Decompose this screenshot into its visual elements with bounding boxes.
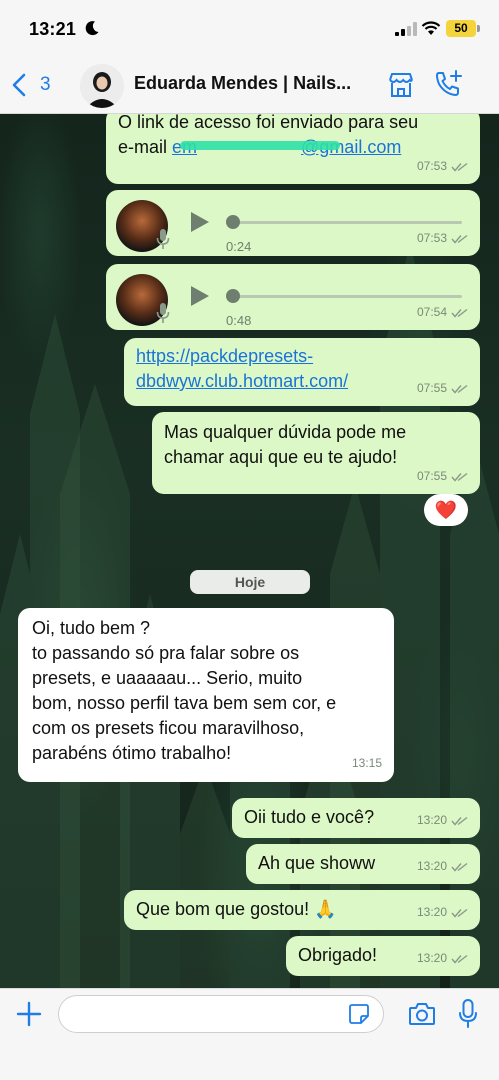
status-time: 13:21	[29, 19, 77, 39]
message-meta: 13:20	[417, 808, 468, 833]
plus-icon[interactable]	[16, 1001, 42, 1027]
message-text: parabéns ótimo trabalho!	[32, 743, 232, 763]
heart-reaction[interactable]: ❤️	[424, 494, 468, 526]
signal-icon	[395, 22, 417, 36]
message-text: presets, e uaaaaau... Serio, muito	[32, 668, 303, 688]
contact-avatar[interactable]	[80, 64, 124, 108]
message-text: to passando só pra falar sobre os	[32, 643, 300, 663]
message-time: 07:55	[416, 469, 447, 483]
play-icon[interactable]	[186, 283, 212, 309]
message-text: Oii tudo e você?	[244, 807, 375, 827]
unread-count: 3	[40, 74, 51, 95]
read-ticks-icon	[451, 234, 468, 244]
microphone-icon	[156, 229, 170, 249]
voice-duration: 0:24	[226, 239, 252, 254]
message-meta: 13:20	[417, 854, 468, 879]
voice-message[interactable]: 0:24 07:53	[106, 190, 480, 256]
message-bubble-outgoing[interactable]: Obrigado! 13:20	[286, 936, 480, 976]
message-time: 07:54	[416, 305, 447, 319]
reaction-emoji: ❤️	[434, 500, 458, 520]
message-text: Ah que showw	[258, 853, 376, 873]
status-bar: 13:21 50	[0, 0, 499, 58]
contact-name[interactable]: Eduarda Mendes | Nails...	[134, 73, 370, 94]
message-time: 07:55	[416, 381, 447, 395]
read-ticks-icon	[451, 862, 468, 872]
message-text: com os presets ficou maravilhoso,	[32, 718, 305, 738]
message-time: 07:53	[416, 231, 447, 245]
read-ticks-icon	[451, 816, 468, 826]
date-separator: Hoje	[190, 570, 310, 594]
sticker-icon[interactable]	[348, 1003, 370, 1025]
redaction-scribble	[180, 141, 341, 150]
wifi-icon	[421, 21, 441, 35]
voice-message[interactable]: 0:48 07:54	[106, 264, 480, 330]
camera-icon[interactable]	[408, 1001, 436, 1027]
message-bubble-incoming[interactable]: Oi, tudo bem ? to passando só pra falar …	[18, 608, 394, 782]
message-text: Oi, tudo bem ?	[32, 618, 151, 638]
message-meta: 13:15	[352, 751, 382, 776]
message-bubble-outgoing[interactable]: Que bom que gostou! 🙏 13:20	[124, 890, 480, 930]
voice-progress-track[interactable]	[232, 295, 462, 298]
message-meta: 13:20	[417, 900, 468, 925]
message-meta: 07:55	[417, 376, 468, 401]
message-text: Mas qualquer dúvida pode me	[164, 422, 407, 442]
moon-icon	[85, 21, 99, 36]
back-button[interactable]: 3	[12, 70, 51, 100]
message-bubble-outgoing[interactable]: https://packdepresets- dbdwyw.club.hotma…	[124, 338, 480, 406]
battery-tip	[477, 25, 480, 32]
voice-progress-track[interactable]	[232, 221, 462, 224]
battery-level: 50	[454, 21, 468, 35]
message-text: Obrigado!	[298, 945, 378, 965]
chat-area[interactable]: O link de acesso foi enviado para seu e-…	[0, 114, 499, 988]
message-input[interactable]	[58, 995, 384, 1033]
message-input-bar	[0, 988, 499, 1080]
microphone-icon	[156, 303, 170, 323]
read-ticks-icon	[451, 308, 468, 318]
store-icon[interactable]	[386, 70, 416, 100]
read-ticks-icon	[451, 954, 468, 964]
message-meta: 07:53	[417, 154, 468, 179]
email-link[interactable]: em@gmail.com	[172, 135, 401, 160]
voice-progress-knob[interactable]	[226, 289, 240, 303]
message-text: bom, nosso perfil tava bem sem cor, e	[32, 693, 337, 713]
message-meta: 13:20	[417, 946, 468, 971]
add-call-icon[interactable]	[432, 68, 464, 100]
message-time: 13:20	[416, 951, 447, 965]
message-meta: 07:54	[417, 300, 468, 325]
voice-progress-knob[interactable]	[226, 215, 240, 229]
message-bubble-outgoing[interactable]: Mas qualquer dúvida pode me chamar aqui …	[152, 412, 480, 494]
read-ticks-icon	[451, 472, 468, 482]
message-meta: 07:55	[417, 464, 468, 489]
message-time: 13:15	[351, 756, 382, 770]
chevron-left-icon	[12, 73, 26, 97]
message-bubble-outgoing[interactable]: O link de acesso foi enviado para seu e-…	[106, 114, 480, 184]
message-time: 07:53	[416, 159, 447, 173]
message-text: Que bom que gostou! 🙏	[136, 899, 337, 919]
read-ticks-icon	[451, 162, 468, 172]
message-time: 13:20	[416, 905, 447, 919]
read-ticks-icon	[451, 908, 468, 918]
voice-duration: 0:48	[226, 313, 252, 328]
message-meta: 07:53	[417, 226, 468, 251]
chat-header: 3 Eduarda Mendes | Nails...	[0, 58, 499, 114]
email-prefix: e-mail	[118, 137, 173, 157]
read-ticks-icon	[451, 384, 468, 394]
message-bubble-outgoing[interactable]: Ah que showw 13:20	[246, 844, 480, 884]
message-time: 13:20	[416, 859, 447, 873]
message-time: 13:20	[416, 813, 447, 827]
link-line: https://packdepresets-	[136, 346, 314, 366]
message-text: O link de acesso foi enviado para seu	[118, 114, 419, 132]
battery-icon: 50	[446, 20, 476, 37]
message-bubble-outgoing[interactable]: Oii tudo e você? 13:20	[232, 798, 480, 838]
play-icon[interactable]	[186, 209, 212, 235]
microphone-icon[interactable]	[458, 999, 478, 1029]
